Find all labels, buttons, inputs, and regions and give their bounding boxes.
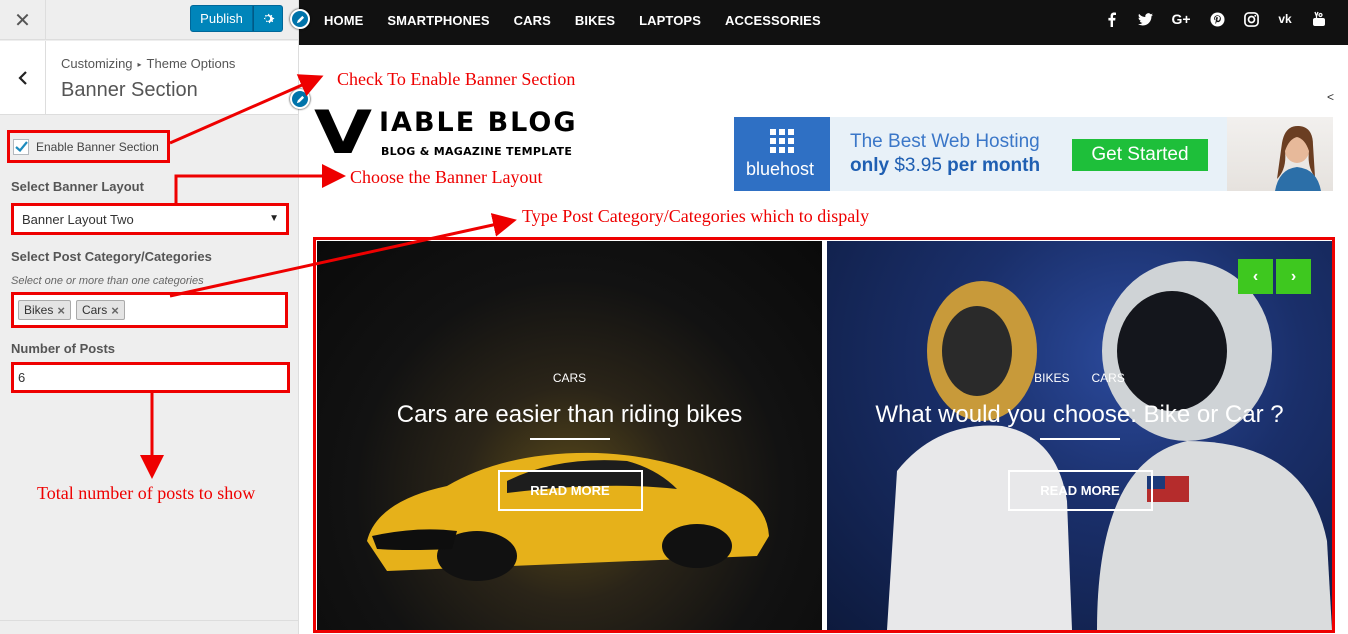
slide-categories: CARS	[317, 371, 822, 385]
pinterest-icon[interactable]	[1208, 10, 1226, 28]
slide-divider	[529, 438, 610, 440]
slide-title[interactable]: What would you choose: Bike or Car ?	[827, 401, 1332, 429]
annotation-category: Type Post Category/Categories which to d…	[522, 206, 870, 226]
caret-down-icon: ▼	[269, 213, 279, 224]
enable-banner-checkbox[interactable]	[13, 138, 29, 155]
ad-brand-name: bluehost	[746, 159, 815, 179]
logo-name: IABLE BLOG	[379, 107, 578, 138]
remove-tag-icon[interactable]: ×	[111, 303, 119, 318]
breadcrumb: Customizing ▸ Theme Options	[61, 56, 235, 71]
instagram-icon[interactable]	[1242, 10, 1260, 28]
enable-banner-label: Enable Banner Section	[36, 139, 159, 154]
number-of-posts-input[interactable]: 6	[11, 362, 290, 393]
slide-categories: BIKES CARS	[827, 371, 1332, 385]
read-more-button[interactable]: READ MORE	[497, 470, 643, 511]
close-icon[interactable]: ✕	[0, 0, 46, 40]
category-tag: Cars ×	[75, 300, 125, 320]
post-category-description: Select one or more than one categories	[11, 275, 204, 287]
annotation-posts: Total number of posts to show	[37, 483, 256, 503]
slide-image	[887, 261, 1332, 630]
read-more-button[interactable]: READ MORE	[1007, 470, 1153, 511]
header-advertisement[interactable]: bluehost The Best Web Hosting only $3.95…	[734, 117, 1333, 191]
ad-brand-panel: bluehost	[734, 117, 830, 191]
nav-item-laptops[interactable]: LAPTOPS	[639, 13, 701, 28]
nav-item-accessories[interactable]: ACCESSORIES	[725, 13, 821, 28]
banner-layout-value: Banner Layout Two	[22, 212, 134, 227]
nav-item-smartphones[interactable]: SMARTPHONES	[387, 13, 489, 28]
site-logo[interactable]: V IABLE BLOG BLOG & MAGAZINE TEMPLATE	[314, 98, 614, 168]
edit-shortcut-icon[interactable]	[290, 9, 310, 29]
nav-item-home[interactable]: HOME	[324, 13, 363, 28]
section-header: Customizing ▸ Theme Options Banner Section	[0, 41, 298, 115]
main-menu: HOME SMARTPHONES CARS BIKES LAPTOPS ACCE…	[324, 0, 845, 40]
ad-price: $3.95	[894, 155, 942, 176]
publish-group: Publish	[190, 5, 283, 32]
nav-item-cars[interactable]: CARS	[514, 13, 551, 28]
remove-tag-icon[interactable]: ×	[57, 303, 65, 318]
banner-slider: CARS Cars are easier than riding bikes R…	[313, 237, 1335, 633]
banner-slide[interactable]: ‹ › BIKES CARS What would you choose: Bi…	[827, 241, 1332, 630]
customizer-sidebar: ✕ Publish Customizing ▸ Theme Options Bann…	[0, 0, 299, 634]
ad-cta-button[interactable]: Get Started	[1072, 139, 1208, 171]
slide-category[interactable]: CARS	[553, 371, 586, 385]
google-plus-icon[interactable]: G+	[1170, 10, 1192, 28]
breadcrumb-separator-icon: ▸	[137, 60, 142, 69]
ad-price-suffix: per month	[947, 155, 1041, 176]
vk-icon[interactable]: vk	[1276, 10, 1294, 28]
nav-item-bikes[interactable]: BIKES	[575, 13, 615, 28]
collapse-toggle[interactable]: <	[1327, 90, 1334, 104]
social-links: G+ vk	[1102, 10, 1328, 28]
site-preview: HOME SMARTPHONES CARS BIKES LAPTOPS ACCE…	[290, 0, 1348, 634]
twitter-icon[interactable]	[1136, 10, 1154, 28]
slide-title[interactable]: Cars are easier than riding bikes	[317, 401, 822, 429]
category-tag-label: Bikes	[24, 303, 54, 317]
customizer-footer	[0, 620, 298, 634]
enable-banner-control[interactable]: Enable Banner Section	[7, 130, 170, 163]
category-tag-label: Cars	[81, 303, 108, 317]
publish-button[interactable]: Publish	[190, 5, 253, 32]
facebook-icon[interactable]	[1102, 10, 1120, 28]
slide-divider	[1039, 438, 1120, 440]
post-category-label: Select Post Category/Categories	[11, 249, 212, 264]
edit-shortcut-icon[interactable]	[290, 89, 310, 109]
slide-category[interactable]: CARS	[1092, 371, 1125, 385]
banner-slide[interactable]: CARS Cars are easier than riding bikes R…	[317, 241, 822, 630]
logo-initial: V	[314, 98, 373, 168]
customizer-header: ✕ Publish	[0, 0, 298, 40]
ad-person-image	[1227, 117, 1333, 191]
banner-layout-label: Select Banner Layout	[11, 179, 144, 194]
ad-headline: The Best Web Hosting	[850, 131, 1040, 152]
ad-price-line: only $3.95 per month	[850, 155, 1040, 177]
breadcrumb-child: Theme Options	[146, 56, 236, 71]
annotation-enable: Check To Enable Banner Section	[337, 69, 576, 89]
top-navigation: HOME SMARTPHONES CARS BIKES LAPTOPS ACCE…	[290, 0, 1348, 45]
post-category-input[interactable]: Bikes × Cars ×	[11, 292, 288, 328]
slider-next-button[interactable]: ›	[1276, 259, 1311, 294]
annotation-layout: Choose the Banner Layout	[350, 167, 543, 187]
banner-layout-select[interactable]: Banner Layout Two ▼	[11, 203, 289, 235]
ad-price-prefix: only	[850, 155, 890, 176]
logo-tagline: BLOG & MAGAZINE TEMPLATE	[381, 145, 573, 158]
number-of-posts-label: Number of Posts	[11, 341, 116, 356]
slide-category[interactable]: BIKES	[1034, 371, 1069, 385]
slider-prev-button[interactable]: ‹	[1238, 259, 1273, 294]
chevron-left-icon[interactable]	[0, 41, 46, 114]
category-tag: Bikes ×	[18, 300, 71, 320]
gear-icon[interactable]	[253, 5, 283, 32]
breadcrumb-root: Customizing	[61, 56, 133, 71]
youtube-icon[interactable]	[1310, 10, 1328, 28]
page-title: Banner Section	[61, 79, 198, 101]
grid-icon	[770, 129, 794, 153]
